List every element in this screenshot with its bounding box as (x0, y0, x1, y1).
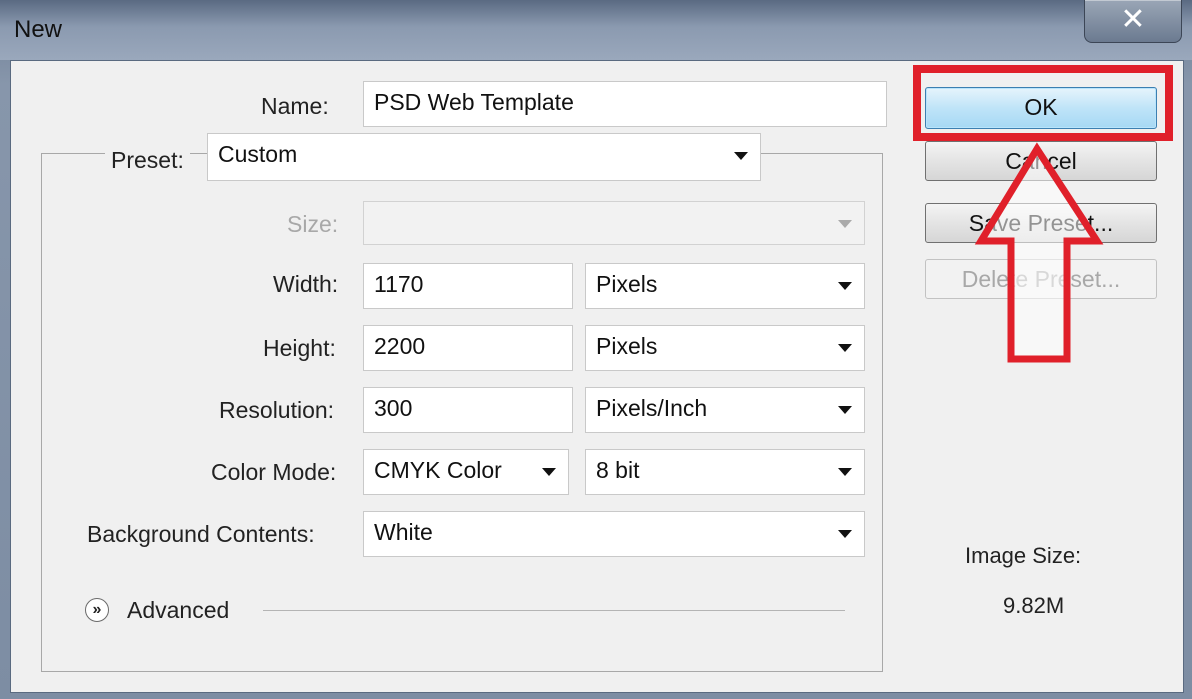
dialog-body: Name: PSD Web Template Preset: Custom Si… (10, 60, 1184, 693)
close-icon: ✕ (1120, 2, 1146, 37)
close-button[interactable]: ✕ (1084, 0, 1182, 43)
dialog-window: New ✕ Name: PSD Web Template Preset: Cus… (0, 0, 1192, 699)
dialog-title: New (14, 16, 63, 43)
title-bar[interactable]: New ✕ (0, 0, 1192, 60)
annotation-arrow (974, 142, 1104, 363)
up-arrow-shape (974, 142, 1104, 363)
